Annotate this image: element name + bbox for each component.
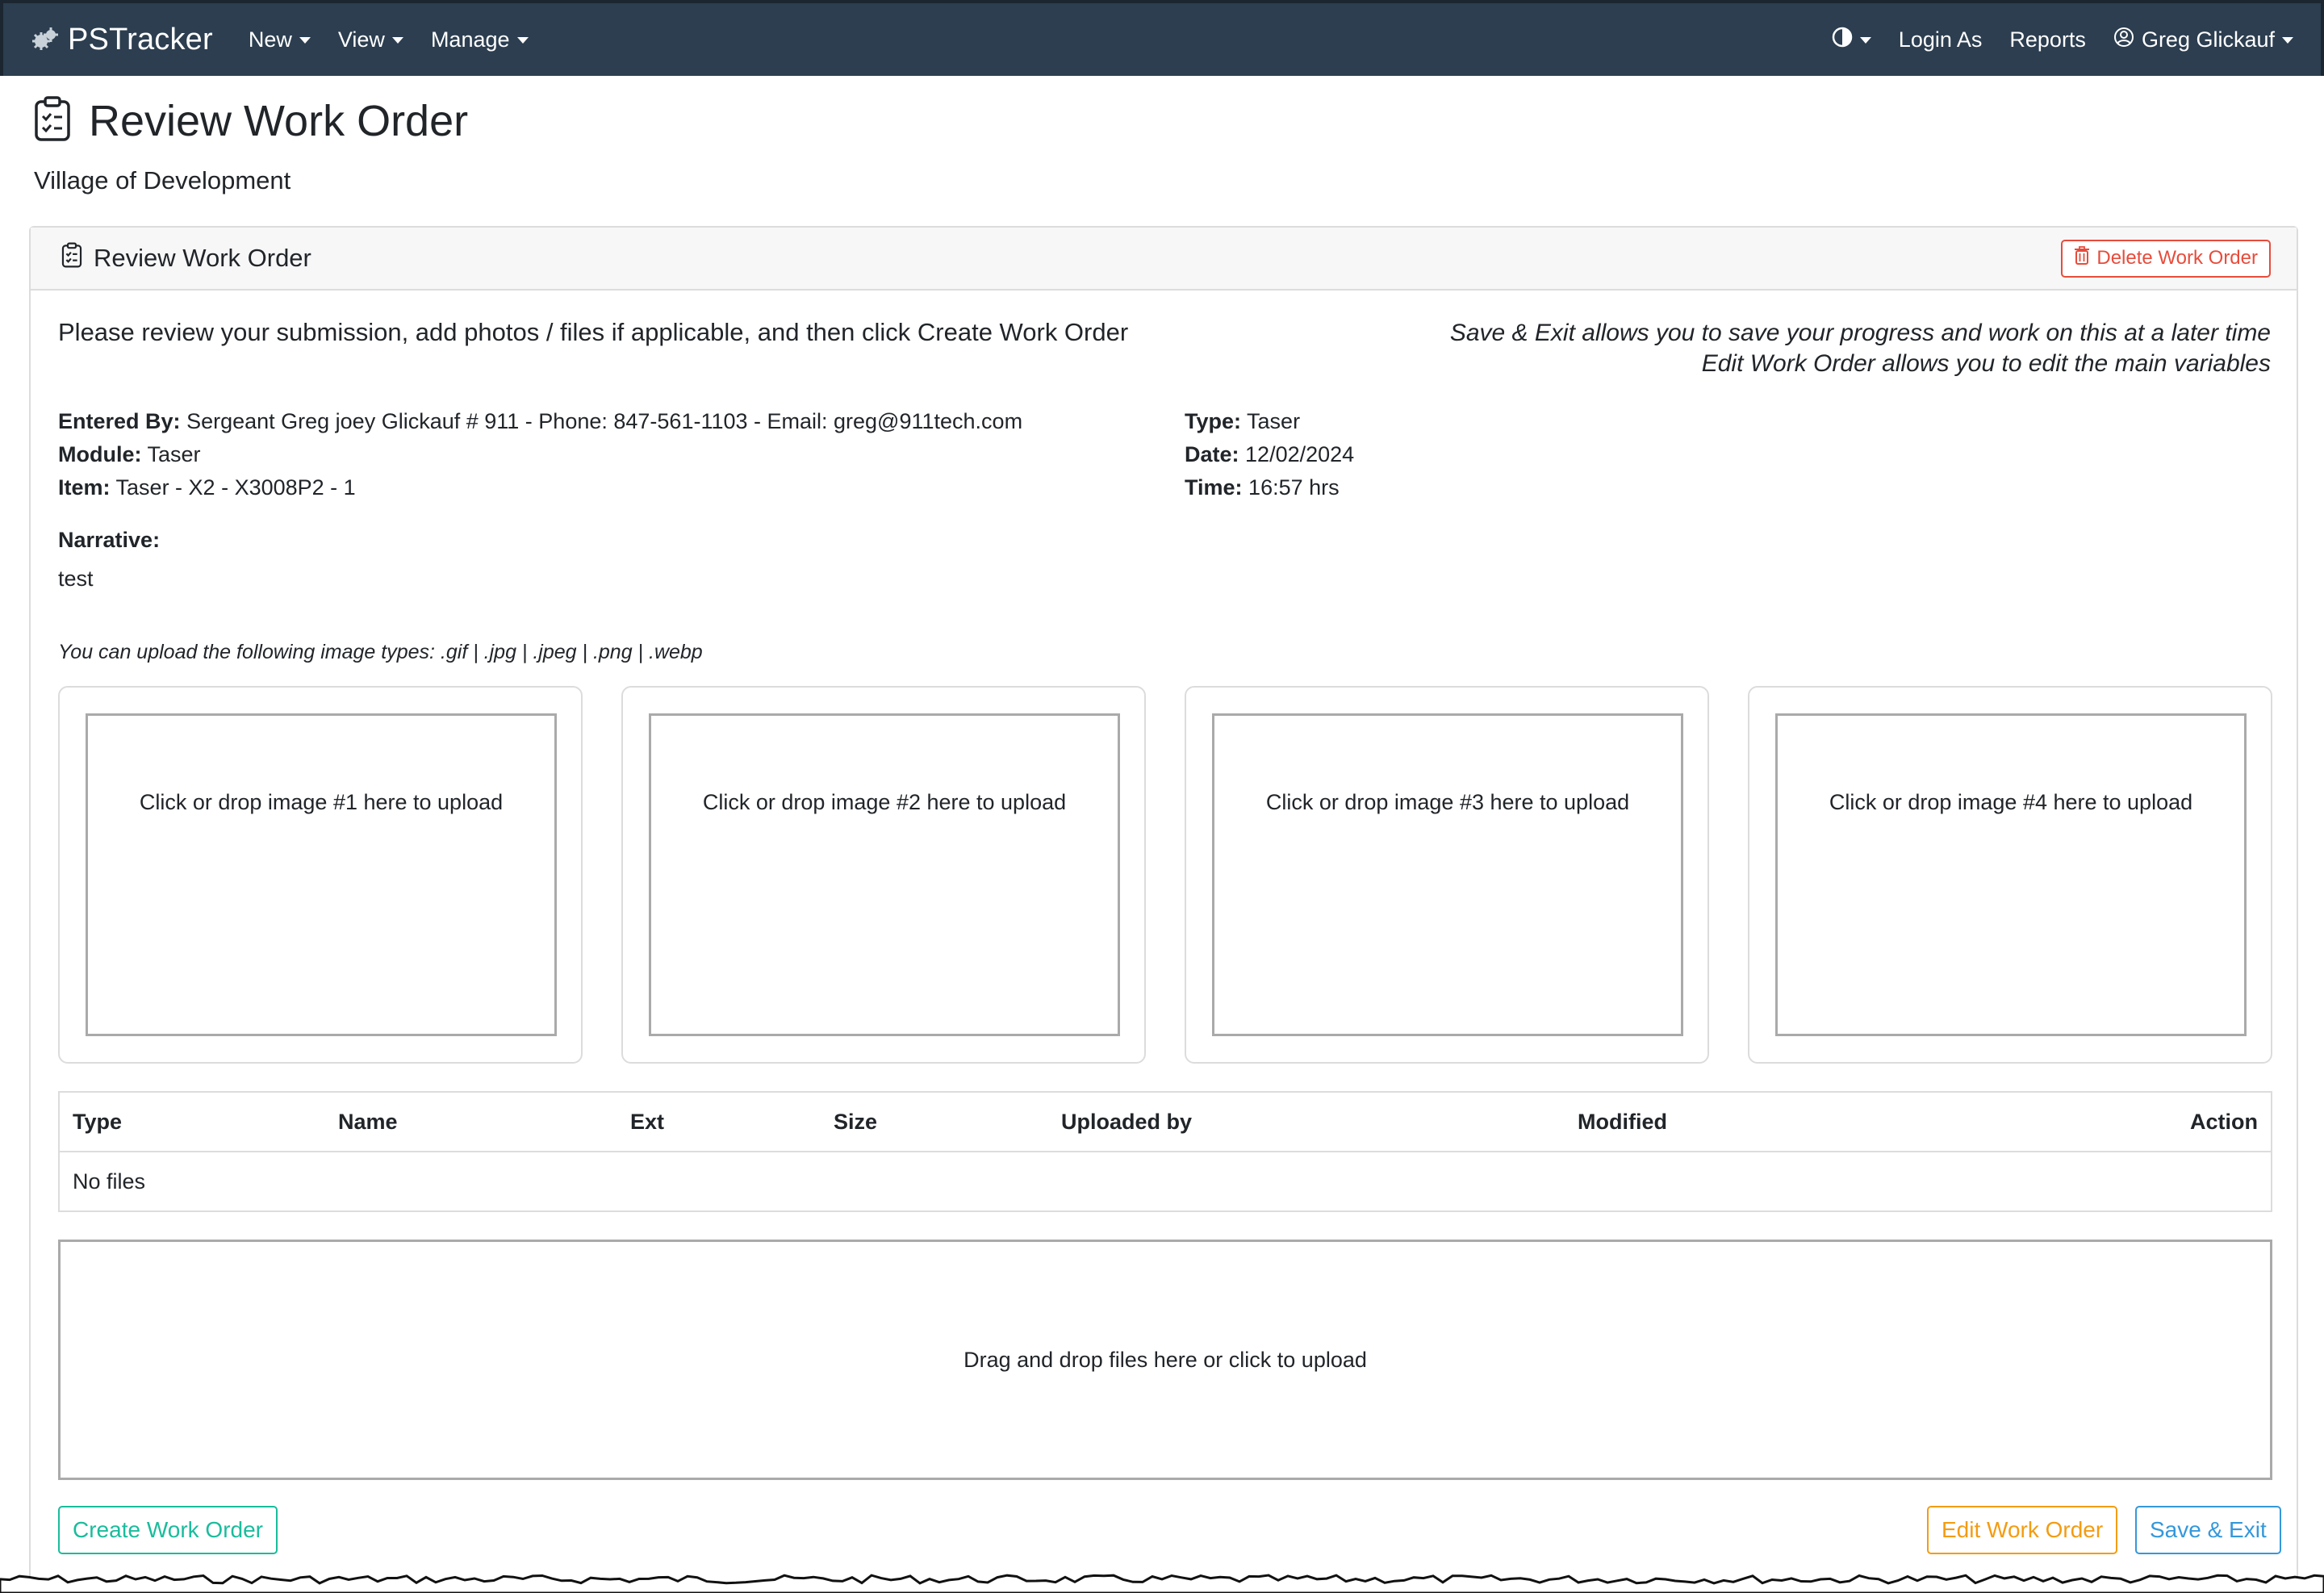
torn-edge bbox=[0, 1574, 2324, 1593]
delete-work-order-label: Delete Work Order bbox=[2096, 247, 2258, 269]
table-row: No files bbox=[59, 1152, 2272, 1211]
trash-icon bbox=[2074, 245, 2090, 271]
review-card: Review Work Order Delete Work Order Plea… bbox=[29, 226, 2298, 1593]
edit-work-order-button[interactable]: Edit Work Order bbox=[1927, 1506, 2118, 1554]
date-label: Date: bbox=[1185, 442, 1239, 466]
brand-link[interactable]: PSTracker bbox=[31, 23, 213, 57]
files-table-header: Type Name Ext Size Uploaded by Modified … bbox=[59, 1092, 2272, 1152]
caret-down-icon bbox=[516, 37, 529, 44]
module-value: Taser bbox=[147, 442, 201, 466]
caret-down-icon bbox=[299, 37, 311, 44]
image-dropzone-1[interactable]: Click or drop image #1 here to upload bbox=[86, 713, 557, 1036]
module-row: Module: Taser bbox=[58, 438, 1022, 471]
item-label: Item: bbox=[58, 475, 111, 500]
card-header: Review Work Order Delete Work Order bbox=[31, 228, 2297, 291]
details-right: Type: Taser Date: 12/02/2024 Time: 16:57… bbox=[1185, 405, 1354, 504]
image-dropzone-1-label: Click or drop image #1 here to upload bbox=[139, 789, 504, 814]
page-title: Review Work Order bbox=[89, 96, 469, 145]
time-label: Time: bbox=[1185, 475, 1243, 500]
col-action: Action bbox=[1953, 1092, 2272, 1152]
image-dropzone-4[interactable]: Click or drop image #4 here to upload bbox=[1775, 713, 2247, 1036]
nav-menu-new[interactable]: New bbox=[249, 27, 311, 52]
nav-menu-manage-label: Manage bbox=[430, 27, 510, 52]
delete-work-order-button[interactable]: Delete Work Order bbox=[2061, 239, 2271, 278]
module-label: Module: bbox=[58, 442, 142, 466]
entered-by-label: Entered By: bbox=[58, 409, 181, 433]
user-menu[interactable]: Greg Glickauf bbox=[2113, 27, 2293, 53]
caret-down-icon bbox=[2282, 37, 2293, 44]
col-ext: Ext bbox=[617, 1092, 821, 1152]
hint-save-exit: Save & Exit allows you to save your prog… bbox=[1449, 320, 2271, 346]
type-label: Type: bbox=[1185, 409, 1242, 433]
type-value: Taser bbox=[1247, 409, 1301, 433]
theme-toggle[interactable] bbox=[1832, 27, 1871, 53]
item-row: Item: Taser - X2 - X3008P2 - 1 bbox=[58, 471, 1022, 504]
image-dropzone-3-label: Click or drop image #3 here to upload bbox=[1265, 789, 1630, 814]
col-modified: Modified bbox=[1565, 1092, 1954, 1152]
nav-login-as[interactable]: Login As bbox=[1899, 27, 1983, 52]
contrast-icon bbox=[1832, 27, 1853, 53]
files-table: Type Name Ext Size Uploaded by Modified … bbox=[58, 1091, 2272, 1212]
nav-menu-view-label: View bbox=[337, 27, 385, 52]
brand-name: PSTracker bbox=[68, 22, 213, 56]
save-exit-button[interactable]: Save & Exit bbox=[2135, 1506, 2281, 1554]
image-slot-1: Click or drop image #1 here to upload bbox=[58, 686, 583, 1064]
narrative-label: Narrative: bbox=[58, 528, 161, 552]
page-subtitle: Village of Development bbox=[34, 166, 291, 194]
col-name: Name bbox=[325, 1092, 617, 1152]
entered-by-value: Sergeant Greg joey Glickauf # 911 - Phon… bbox=[186, 409, 1023, 433]
caret-down-icon bbox=[391, 37, 403, 44]
file-dropzone[interactable]: Drag and drop files here or click to upl… bbox=[58, 1240, 2272, 1480]
clipboard-check-icon bbox=[61, 242, 82, 274]
col-uploaded-by: Uploaded by bbox=[1048, 1092, 1565, 1152]
narrative-text: test bbox=[58, 567, 94, 591]
caret-down-icon bbox=[1859, 37, 1871, 44]
intro-text: Please review your submission, add photo… bbox=[58, 318, 1129, 346]
hint-edit: Edit Work Order allows you to edit the m… bbox=[1701, 350, 2271, 377]
no-files-cell: No files bbox=[73, 1169, 146, 1194]
item-value: Taser - X2 - X3008P2 - 1 bbox=[115, 475, 356, 500]
image-slot-2: Click or drop image #2 here to upload bbox=[621, 686, 1146, 1064]
time-row: Time: 16:57 hrs bbox=[1185, 471, 1354, 504]
nav-reports[interactable]: Reports bbox=[2009, 27, 2086, 52]
card-title: Review Work Order bbox=[61, 242, 311, 274]
user-circle-icon bbox=[2113, 27, 2134, 53]
clipboard-check-icon bbox=[34, 95, 71, 146]
date-row: Date: 12/02/2024 bbox=[1185, 438, 1354, 471]
type-row: Type: Taser bbox=[1185, 405, 1354, 438]
image-dropzone-2[interactable]: Click or drop image #2 here to upload bbox=[649, 713, 1120, 1036]
date-value: 12/02/2024 bbox=[1245, 442, 1355, 466]
user-name: Greg Glickauf bbox=[2141, 27, 2275, 52]
nav-menu-manage[interactable]: Manage bbox=[431, 27, 529, 52]
image-slot-4: Click or drop image #4 here to upload bbox=[1748, 686, 2272, 1064]
image-slot-3: Click or drop image #3 here to upload bbox=[1185, 686, 1709, 1064]
page-header: Review Work Order bbox=[34, 95, 468, 146]
image-dropzone-4-label: Click or drop image #4 here to upload bbox=[1829, 789, 2193, 814]
col-type: Type bbox=[59, 1092, 325, 1152]
nav-menu-new-label: New bbox=[248, 27, 292, 52]
file-dropzone-label: Drag and drop files here or click to upl… bbox=[963, 1347, 1367, 1372]
top-navbar: PSTracker New View Manage Login As Repor bbox=[0, 0, 2324, 76]
card-title-text: Review Work Order bbox=[94, 244, 311, 272]
upload-types-note: You can upload the following image types… bbox=[58, 641, 703, 663]
hint-text: Save & Exit allows you to save your prog… bbox=[1450, 318, 2271, 379]
time-value: 16:57 hrs bbox=[1248, 475, 1340, 500]
create-work-order-button[interactable]: Create Work Order bbox=[58, 1506, 278, 1554]
entered-by-row: Entered By: Sergeant Greg joey Glickauf … bbox=[58, 405, 1022, 438]
details-left: Entered By: Sergeant Greg joey Glickauf … bbox=[58, 405, 1022, 504]
col-size: Size bbox=[821, 1092, 1048, 1152]
nav-menu-view[interactable]: View bbox=[338, 27, 403, 52]
gear-cluster-icon bbox=[31, 25, 60, 54]
image-dropzone-3[interactable]: Click or drop image #3 here to upload bbox=[1212, 713, 1683, 1036]
image-dropzone-2-label: Click or drop image #2 here to upload bbox=[702, 789, 1067, 814]
